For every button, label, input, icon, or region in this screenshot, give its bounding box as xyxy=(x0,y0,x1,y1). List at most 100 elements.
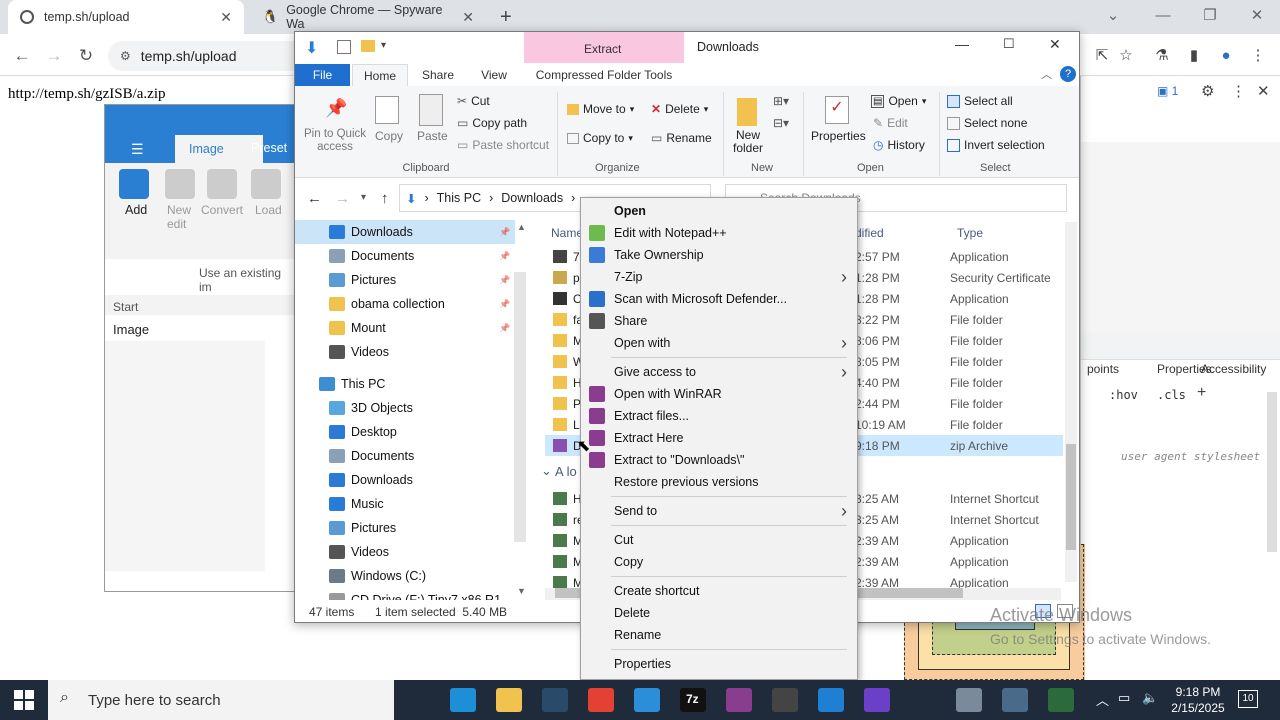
menu-item[interactable]: Share xyxy=(581,310,857,332)
tab-image[interactable]: Image xyxy=(175,135,263,163)
menu-item[interactable]: Copy xyxy=(581,551,857,573)
new-tab-icon[interactable]: + xyxy=(500,6,512,29)
minimize-icon[interactable]: — xyxy=(955,36,969,52)
cls-filter[interactable]: .cls xyxy=(1157,388,1186,402)
steam-icon[interactable] xyxy=(542,688,568,712)
tab-file[interactable]: File xyxy=(295,64,350,86)
devtools-settings-icon[interactable]: ⚙ xyxy=(1201,82,1214,100)
load-icon[interactable] xyxy=(251,169,281,199)
nav-item[interactable]: Documents 📌 xyxy=(295,244,515,268)
breadcrumb-downloads[interactable]: Downloads xyxy=(501,191,563,205)
move-to-button[interactable]: Move to ▾ xyxy=(567,102,634,116)
menu-item[interactable]: Open xyxy=(581,200,857,222)
hov-filter[interactable]: :hov xyxy=(1109,388,1138,402)
taskbar-search[interactable]: ⌕ Type here to search xyxy=(48,680,394,720)
devtools-scrollbar[interactable] xyxy=(1267,392,1277,552)
add-icon[interactable] xyxy=(119,169,149,199)
image-label[interactable]: Image xyxy=(113,322,149,337)
nav-item[interactable]: CD Drive (F:) Tiny7 x86 R1 xyxy=(295,588,515,600)
nav-item[interactable]: Downloads 📌 xyxy=(295,220,515,244)
restore-icon[interactable]: ❐ xyxy=(1197,4,1223,28)
quick-access-down-icon[interactable]: ⬇ xyxy=(305,38,318,58)
delete-button[interactable]: ✕ Delete ▾ xyxy=(651,102,708,116)
new-folder-small-icon[interactable] xyxy=(361,40,375,52)
tab-home[interactable]: Home xyxy=(352,64,408,86)
nav-item[interactable]: Pictures 📌 xyxy=(295,268,515,292)
close-window-icon[interactable]: ✕ xyxy=(1244,4,1270,28)
easy-access-icon[interactable]: ⊟▾ xyxy=(773,116,789,130)
new-item-icon[interactable]: ⊞▾ xyxy=(773,94,789,108)
app-purple-icon[interactable] xyxy=(864,688,890,712)
network-icon[interactable]: ▭ xyxy=(1118,690,1130,706)
cut-button[interactable]: ✂ Cut xyxy=(457,94,490,108)
code-icon[interactable] xyxy=(772,688,798,712)
minimize-icon[interactable]: — xyxy=(1150,4,1176,28)
nav-item[interactable]: Desktop xyxy=(295,420,515,444)
extension-icon[interactable]: ⚗ xyxy=(1150,44,1174,68)
nav-item[interactable]: Videos xyxy=(295,540,515,564)
chrome-icon[interactable] xyxy=(588,688,614,712)
page-url-text[interactable]: http://temp.sh/gzISB/a.zip xyxy=(8,86,166,103)
rename-button[interactable]: ▭ Rename xyxy=(651,131,712,145)
nav-scroll-up-icon[interactable]: ▲ xyxy=(517,222,526,232)
issues-badge[interactable]: ▣ 1 xyxy=(1157,84,1178,98)
group-header-chevron[interactable]: ⌄ xyxy=(541,463,552,479)
menu-item[interactable]: Create shortcut xyxy=(581,580,857,602)
nav-item[interactable]: obama collection 📌 xyxy=(295,292,515,316)
nav-item[interactable]: This PC xyxy=(295,372,515,396)
close-icon[interactable]: ✕ xyxy=(1049,36,1061,53)
nav-scroll-down-icon[interactable]: ▼ xyxy=(517,586,526,596)
tab-compressed-folder-tools[interactable]: Compressed Folder Tools xyxy=(524,64,684,86)
nav-item[interactable]: Downloads xyxy=(295,468,515,492)
menu-item[interactable]: Take Ownership xyxy=(581,244,857,266)
collapse-ribbon-icon[interactable]: ︿ xyxy=(1041,66,1052,82)
settings-icon[interactable] xyxy=(910,688,936,712)
copy-path-button[interactable]: ▭ Copy path xyxy=(457,116,527,130)
nav-item[interactable]: Music xyxy=(295,492,515,516)
bookmark-star-icon[interactable]: ☆ xyxy=(1114,44,1138,68)
nav-item[interactable]: Documents xyxy=(295,444,515,468)
column-name[interactable]: Name xyxy=(551,226,583,240)
paste-button[interactable]: Paste xyxy=(417,129,448,143)
nav-item[interactable]: 3D Objects xyxy=(295,396,515,420)
nav-item[interactable]: Videos xyxy=(295,340,515,364)
wireshark-icon[interactable] xyxy=(1002,688,1028,712)
history-button[interactable]: ◷ History xyxy=(873,138,925,152)
invert-selection-button[interactable]: Invert selection xyxy=(947,138,1045,152)
nav-item[interactable]: Pictures xyxy=(295,516,515,540)
start-button[interactable] xyxy=(14,690,34,710)
breadcrumb-this-pc[interactable]: This PC xyxy=(437,191,481,205)
menu-item[interactable]: 7-Zip › xyxy=(581,266,857,288)
column-type[interactable]: Type xyxy=(957,226,983,240)
tab-preset[interactable]: Preset xyxy=(251,141,287,155)
pin-quick-access-button[interactable]: Pin to Quick access xyxy=(301,128,369,154)
edge-icon[interactable] xyxy=(450,688,476,712)
tab-search-icon[interactable]: ⌄ xyxy=(1100,4,1126,28)
back-icon[interactable]: ← xyxy=(10,44,34,68)
menu-item[interactable]: Extract files... xyxy=(581,405,857,427)
maximize-icon[interactable]: ☐ xyxy=(1003,36,1015,52)
menu-item[interactable]: Give access to › xyxy=(581,361,857,383)
help-icon[interactable]: ? xyxy=(1060,66,1076,82)
devtools-menu-icon[interactable]: ⋮ xyxy=(1231,82,1246,100)
menu-item[interactable]: Open with WinRAR xyxy=(581,383,857,405)
reload-icon[interactable]: ↻ xyxy=(74,44,98,68)
menu-kebab-icon[interactable]: ⋮ xyxy=(1246,44,1270,68)
convert-icon[interactable] xyxy=(207,169,237,199)
menu-item[interactable]: Open with › xyxy=(581,332,857,354)
forward-icon[interactable]: → xyxy=(335,190,350,207)
devtools-close-icon[interactable]: ✕ xyxy=(1257,82,1270,100)
site-info-icon[interactable]: ⚙ xyxy=(120,49,131,63)
paste-shortcut-button[interactable]: ▭ Paste shortcut xyxy=(457,138,549,152)
tab-view[interactable]: View xyxy=(467,64,521,86)
properties-button[interactable]: Properties xyxy=(811,129,866,143)
menu-item[interactable]: Restore previous versions xyxy=(581,471,857,493)
side-panel-icon[interactable]: ▮ xyxy=(1182,44,1206,68)
nav-item[interactable]: Windows (C:) xyxy=(295,564,515,588)
tab-accessibility[interactable]: Accessibility xyxy=(1201,362,1266,376)
new-edit-icon[interactable] xyxy=(165,169,195,199)
notification-center-icon[interactable]: 10 xyxy=(1238,690,1258,708)
close-icon[interactable]: ✕ xyxy=(462,9,474,26)
column-date-modified[interactable]: dified xyxy=(855,226,884,240)
menu-item[interactable]: Extract Here xyxy=(581,427,857,449)
